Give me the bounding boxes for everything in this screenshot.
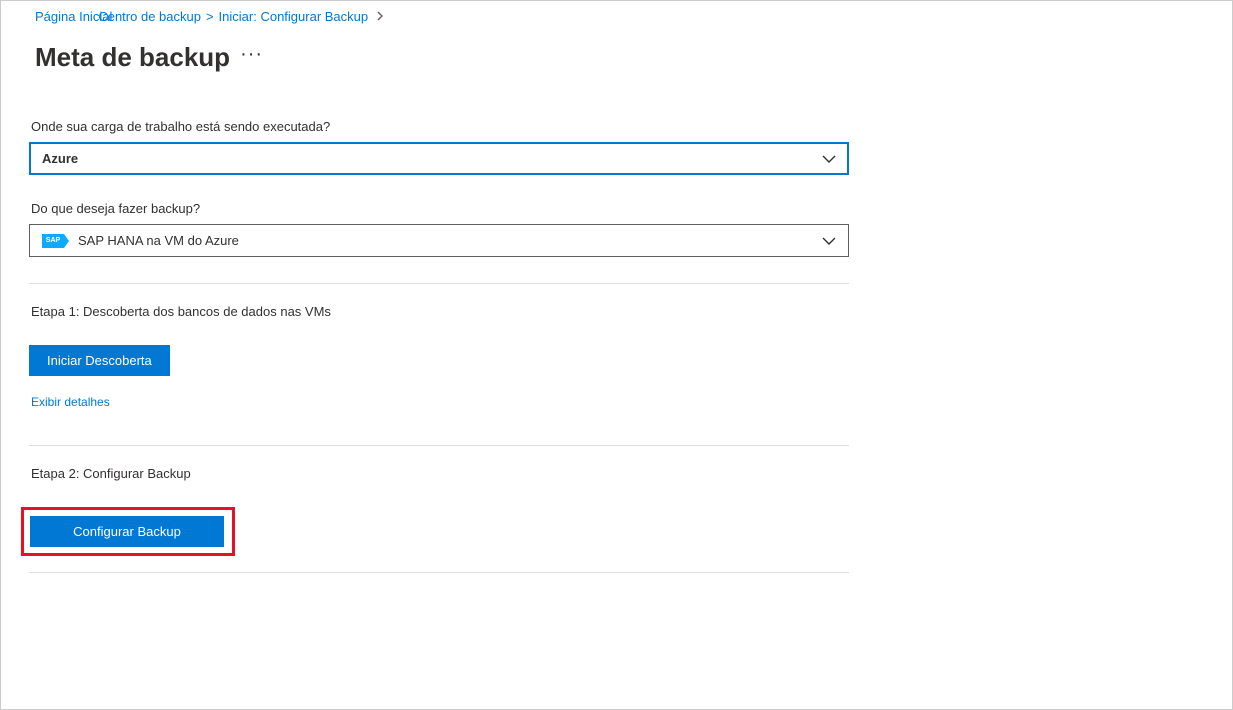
content: Onde sua carga de trabalho está sendo ex… bbox=[1, 119, 851, 573]
what-to-backup-select[interactable]: SAP SAP HANA na VM do Azure bbox=[29, 224, 849, 257]
divider bbox=[29, 283, 849, 284]
step-1-label: Etapa 1: Descoberta dos bancos de dados … bbox=[29, 304, 851, 319]
breadcrumb-backup-center[interactable]: Centro de backup bbox=[98, 9, 201, 24]
chevron-down-icon bbox=[822, 152, 836, 166]
what-to-backup-value: SAP HANA na VM do Azure bbox=[78, 233, 822, 248]
chevron-down-icon bbox=[822, 234, 836, 248]
breadcrumb-start-configure[interactable]: Iniciar: Configurar Backup bbox=[219, 9, 369, 24]
configure-backup-button[interactable]: Configurar Backup bbox=[30, 516, 224, 547]
chevron-right-icon bbox=[376, 10, 386, 24]
page-title: Meta de backup bbox=[35, 42, 230, 73]
step-2-label: Etapa 2: Configurar Backup bbox=[29, 466, 851, 481]
workload-location-select[interactable]: Azure bbox=[29, 142, 849, 175]
step-1-block: Etapa 1: Descoberta dos bancos de dados … bbox=[29, 304, 851, 445]
highlight-annotation: Configurar Backup bbox=[21, 507, 235, 556]
divider bbox=[29, 445, 849, 446]
divider bbox=[29, 572, 849, 573]
sap-icon: SAP bbox=[42, 234, 64, 248]
more-actions-icon[interactable]: ··· bbox=[240, 43, 263, 66]
breadcrumb-separator: > bbox=[206, 9, 214, 24]
what-to-backup-label: Do que deseja fazer backup? bbox=[29, 201, 851, 216]
step-2-block: Etapa 2: Configurar Backup Configurar Ba… bbox=[29, 466, 851, 572]
breadcrumb: Página Inicial Centro de backup > Inicia… bbox=[1, 9, 1232, 24]
page-header: Meta de backup ··· bbox=[1, 42, 1232, 73]
start-discovery-button[interactable]: Iniciar Descoberta bbox=[29, 345, 170, 376]
workload-location-label: Onde sua carga de trabalho está sendo ex… bbox=[29, 119, 851, 134]
view-details-link[interactable]: Exibir detalhes bbox=[29, 395, 110, 409]
workload-location-value: Azure bbox=[42, 151, 822, 166]
